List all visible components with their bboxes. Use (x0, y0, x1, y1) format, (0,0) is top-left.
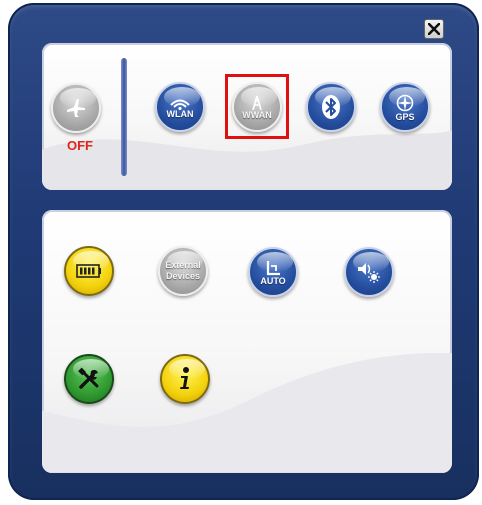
wwan-label: WWAN (242, 109, 272, 120)
system-panel (42, 210, 452, 473)
bluetooth-button[interactable] (306, 82, 356, 132)
close-button[interactable] (424, 19, 444, 39)
wifi-icon (170, 99, 190, 110)
external-devices-button[interactable]: External Devices (158, 246, 208, 296)
gps-button[interactable]: GPS (380, 82, 430, 132)
airplane-mode-status: OFF (67, 138, 93, 153)
panel-divider (121, 58, 127, 176)
brightness-auto-icon (266, 260, 280, 275)
panel-wave-decoration (42, 353, 452, 473)
external-devices-label-line2: Devices (165, 271, 201, 281)
volume-brightness-icon (358, 263, 380, 283)
external-devices-label-line1: External (165, 260, 201, 270)
wlan-button[interactable]: WLAN (155, 82, 205, 132)
auto-brightness-button[interactable]: AUTO (248, 247, 298, 297)
close-icon (428, 23, 440, 35)
wlan-label: WLAN (166, 108, 194, 119)
info-button[interactable] (160, 354, 210, 404)
airplane-mode-button[interactable] (51, 83, 101, 133)
tools-icon (78, 367, 99, 389)
gps-label: GPS (395, 111, 415, 122)
info-icon (180, 367, 189, 389)
compass-icon (396, 94, 414, 111)
auto-brightness-label: AUTO (260, 275, 286, 286)
volume-brightness-button[interactable] (344, 247, 394, 297)
battery-button[interactable] (64, 246, 114, 296)
battery-icon (76, 264, 101, 278)
bluetooth-icon (322, 95, 340, 119)
airplane-icon (67, 99, 85, 117)
antenna-icon (252, 95, 262, 110)
tools-button[interactable] (64, 354, 114, 404)
